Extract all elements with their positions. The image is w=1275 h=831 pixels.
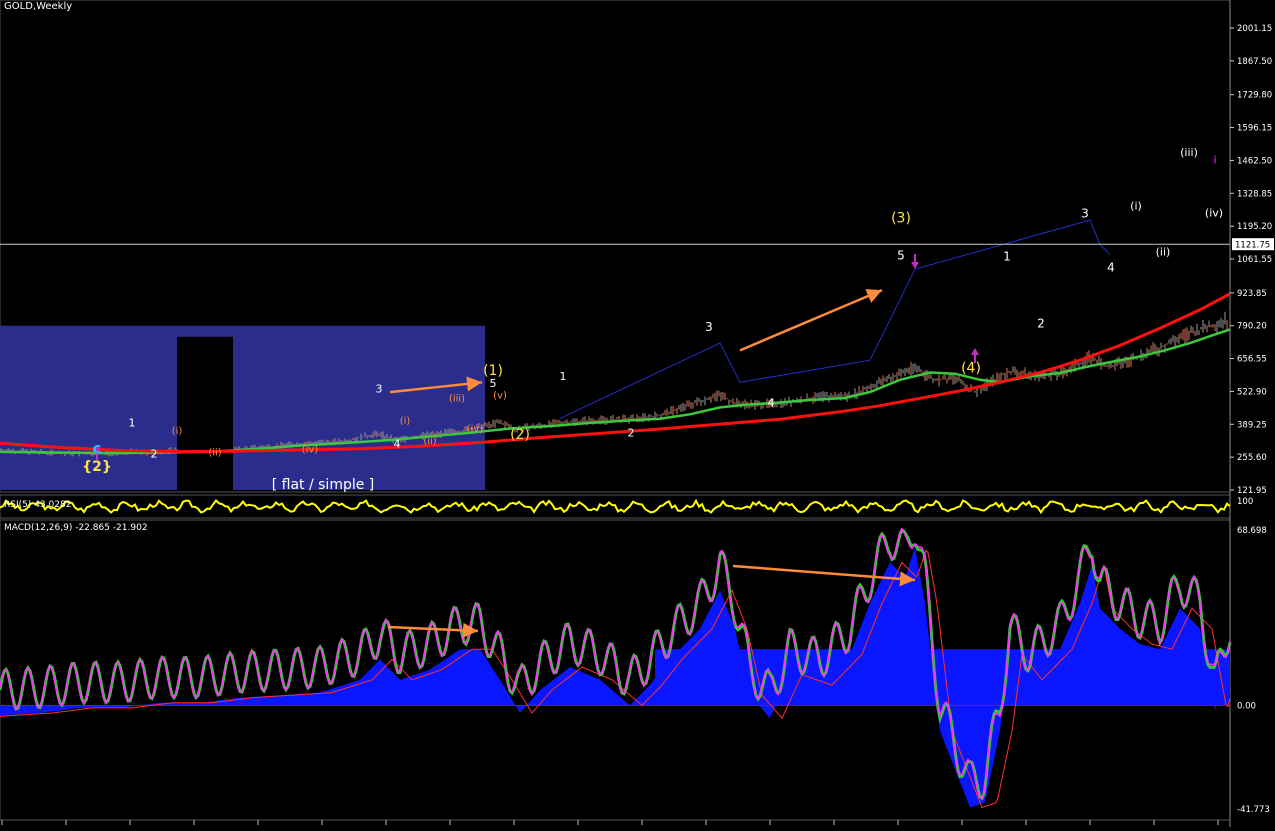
flat-simple-caption: [ flat / simple ] xyxy=(272,477,375,493)
chart-title: GOLD,Weekly xyxy=(4,1,73,12)
wave-label: (4) xyxy=(961,361,981,377)
rsi-panel xyxy=(0,498,1231,515)
pivot-marker-head xyxy=(971,348,979,355)
wave-label: 1 xyxy=(560,370,567,383)
price-axis-label: 923.85 xyxy=(1237,289,1267,299)
trend-arrow xyxy=(739,288,883,352)
price-axis-label: 1195.20 xyxy=(1237,222,1272,232)
wave-label: (iv) xyxy=(1205,206,1223,219)
wave-label: 2 xyxy=(628,426,635,439)
price-axis-label: 1867.50 xyxy=(1237,57,1272,67)
wave-label: 2 xyxy=(1037,317,1045,331)
macd-axis-label: 0.00 xyxy=(1237,701,1256,711)
wave-label: (ii) xyxy=(423,436,436,447)
wave-label: (1) xyxy=(483,363,503,379)
wave-label: (ii) xyxy=(1156,246,1171,259)
trend-arrow xyxy=(387,622,479,638)
flat-channel-rectangle xyxy=(0,325,485,490)
price-axis-label: 121.95 xyxy=(1237,486,1267,496)
price-axis-label: 1328.85 xyxy=(1237,189,1272,199)
macd-label: MACD(12,26,9) -22.865 -21.902 xyxy=(4,523,148,533)
channel-rectangles: [ flat / simple ] xyxy=(0,325,485,493)
wave-label: i xyxy=(1213,154,1216,167)
wave-zigzag xyxy=(559,219,1111,419)
rsi-line xyxy=(0,498,1231,515)
wave-label: (iii) xyxy=(449,394,465,405)
wave-label: 3 xyxy=(705,320,713,334)
macd-panel xyxy=(0,527,1232,809)
chart-svg: [ flat / simple ] c{2} 1 2 (i) (ii) (iv) 3 4 (i)… xyxy=(0,0,1274,827)
wave-label: 4 xyxy=(1107,261,1115,275)
wave-label: (iv) xyxy=(302,444,319,455)
price-axis-label: 656.55 xyxy=(1237,355,1267,365)
wave-label: (i) xyxy=(400,416,411,427)
rsi-label: RSI(5) 43.0282 xyxy=(4,500,72,510)
wave-label: (iii) xyxy=(1180,146,1198,159)
wave-label: 4 xyxy=(394,438,401,451)
wave-label: (v) xyxy=(493,390,507,401)
current-price-label: 1121.75 xyxy=(1235,241,1270,251)
wave-label: 5 xyxy=(897,248,905,262)
wave-label: {2} xyxy=(82,459,112,475)
price-axis-label: 1596.15 xyxy=(1237,124,1272,134)
wave-label: 4 xyxy=(768,396,775,409)
wave-label: (iv) xyxy=(467,424,484,435)
rsi-axis-label: 100 xyxy=(1237,497,1253,507)
wave-zigzag-line xyxy=(559,219,1111,419)
price-axis-label: 389.25 xyxy=(1237,420,1267,430)
price-axis-label: 522.90 xyxy=(1237,387,1267,397)
wave-label: 1 xyxy=(129,417,136,430)
price-axis-label: 790.20 xyxy=(1237,322,1267,332)
wave-label: (3) xyxy=(891,211,911,227)
price-axis-label: 255.60 xyxy=(1237,453,1267,463)
wave-label: (i) xyxy=(1130,200,1142,213)
wave-label: 3 xyxy=(376,383,383,396)
chart-root: [ flat / simple ] c {2} 1 2 (i) (ii) (iv) 3 4 (i)… xyxy=(0,0,1275,827)
black-rectangle xyxy=(177,336,233,490)
macd-block xyxy=(655,649,1230,706)
price-axis-label: 1462.50 xyxy=(1237,156,1272,166)
wave-label: c xyxy=(93,440,102,458)
macd-axis-label: 68.698 xyxy=(1237,526,1267,536)
price-axis-label: 1729.80 xyxy=(1237,91,1272,101)
wave-label: 3 xyxy=(1081,207,1089,221)
price-axis-label: 1061.55 xyxy=(1237,255,1272,265)
wave-label: 2 xyxy=(151,447,158,460)
wave-label: (i) xyxy=(172,426,183,437)
price-axis-label: 2001.15 xyxy=(1237,24,1272,34)
wave-label: (ii) xyxy=(208,448,221,459)
macd-axis-label: -41.773 xyxy=(1237,805,1270,815)
wave-label: 1 xyxy=(1003,250,1011,264)
wave-label: (2) xyxy=(510,427,530,443)
wave-label: 5 xyxy=(490,377,497,390)
